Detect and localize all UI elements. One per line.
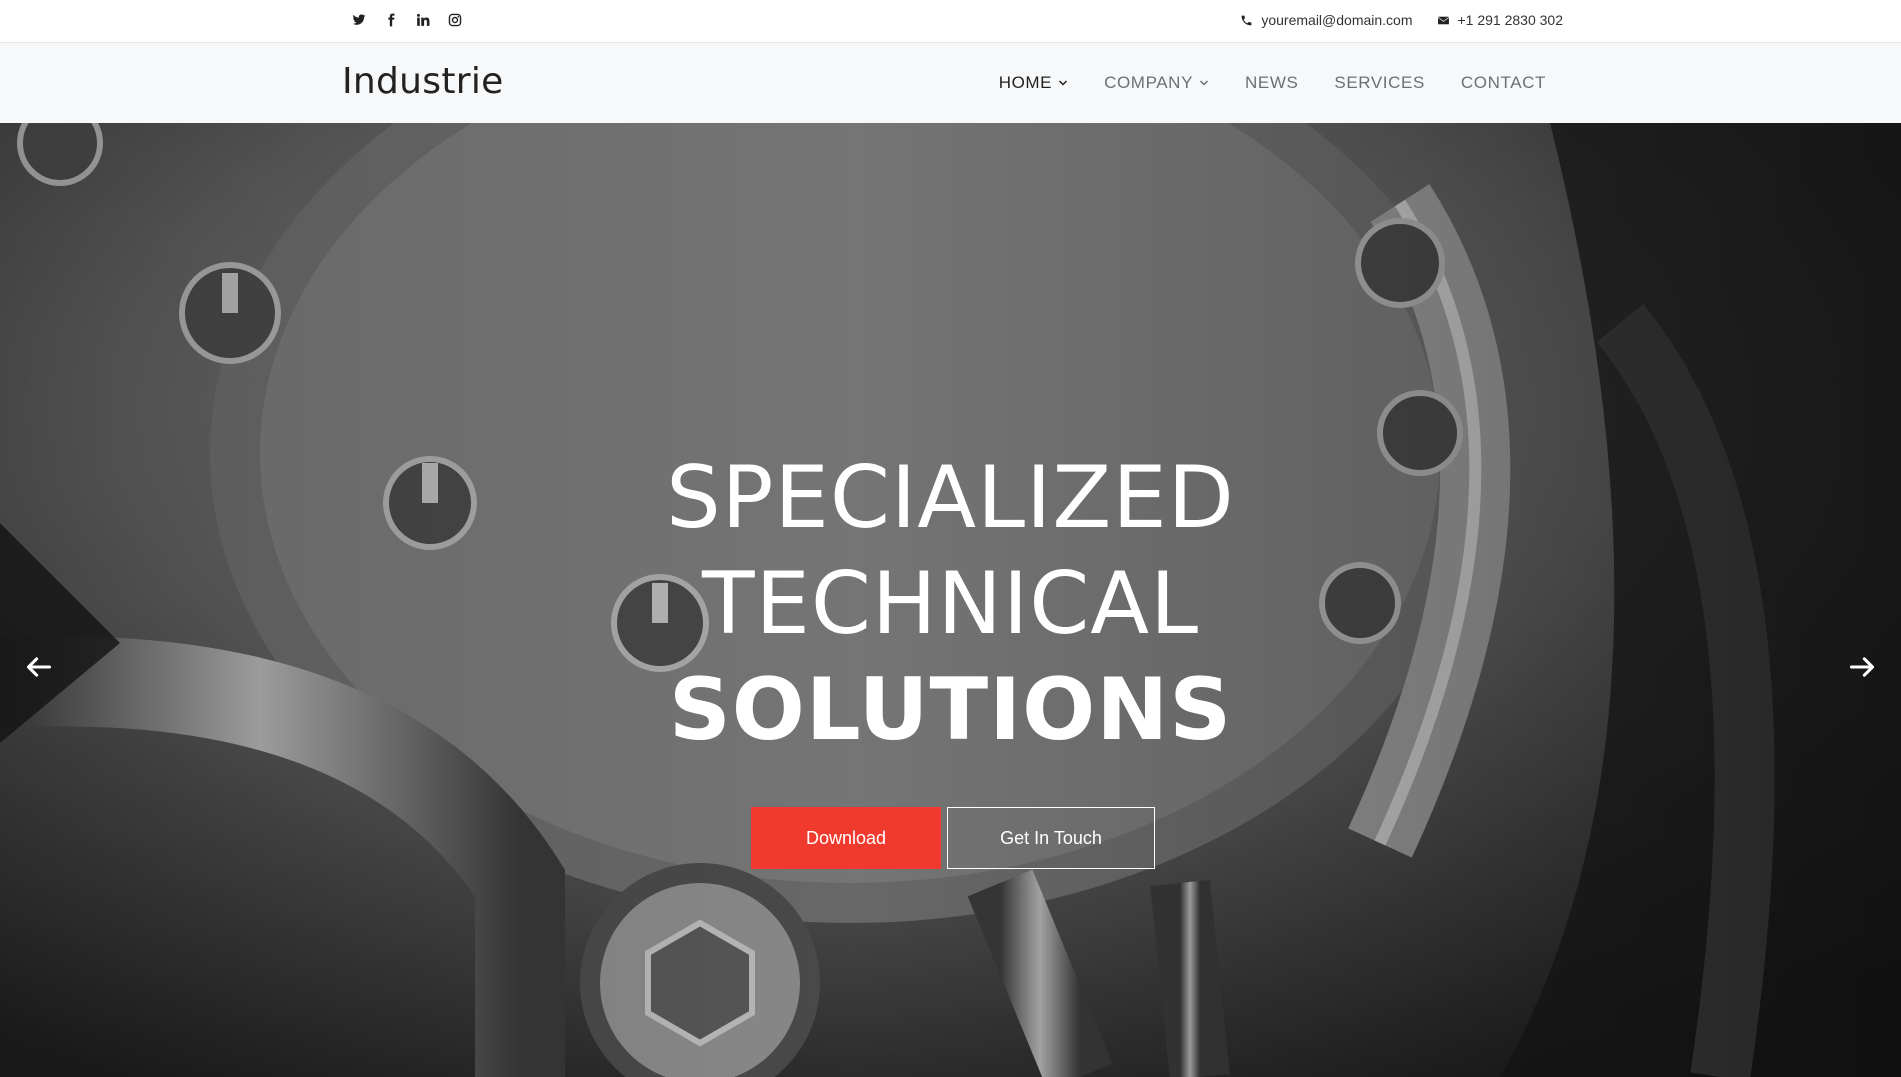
phone-icon bbox=[1241, 15, 1252, 25]
nav-item-label: SERVICES bbox=[1334, 73, 1425, 92]
nav-item-label: NEWS bbox=[1245, 73, 1299, 92]
nav-item-label: CONTACT bbox=[1460, 73, 1546, 92]
hero-slider: SPECIALIZED TECHNICAL SOLUTIONS Download… bbox=[0, 123, 1901, 1077]
nav-item-contact[interactable]: CONTACT bbox=[1461, 73, 1546, 93]
social-links bbox=[350, 11, 464, 29]
envelope-icon bbox=[1437, 16, 1449, 24]
top-bar: youremail@domain.com +1 291 2830 302 bbox=[0, 0, 1901, 43]
nav-item-services[interactable]: SERVICES bbox=[1334, 73, 1424, 93]
nav-item-home[interactable]: HOME bbox=[999, 73, 1068, 93]
hero-cta-group: Download Get In Touch bbox=[751, 807, 1155, 869]
arrow-left-icon[interactable] bbox=[25, 653, 53, 681]
phone-contact[interactable]: +1 291 2830 302 bbox=[1437, 12, 1564, 28]
arrow-right-icon[interactable] bbox=[1848, 653, 1876, 681]
email-contact[interactable]: youremail@domain.com bbox=[1240, 12, 1413, 28]
instagram-icon[interactable] bbox=[446, 11, 464, 29]
email-text: youremail@domain.com bbox=[1261, 12, 1413, 28]
hero-headline: SPECIALIZED TECHNICAL SOLUTIONS bbox=[0, 445, 1901, 763]
facebook-icon[interactable] bbox=[382, 11, 400, 29]
phone-text: +1 291 2830 302 bbox=[1457, 12, 1564, 28]
chevron-down-icon bbox=[1199, 80, 1209, 86]
nav-item-label: HOME bbox=[998, 73, 1053, 92]
nav-item-news[interactable]: NEWS bbox=[1245, 73, 1298, 93]
main-navbar: Industrie HOME COMPANY NEWS SERVICES CON… bbox=[0, 43, 1901, 124]
headline-line-3: SOLUTIONS bbox=[668, 660, 1233, 760]
headline-line-2: TECHNICAL bbox=[701, 554, 1200, 654]
chevron-down-icon bbox=[1059, 80, 1068, 86]
site-logo[interactable]: Industrie bbox=[342, 61, 504, 102]
nav-item-label: COMPANY bbox=[1104, 73, 1194, 92]
linkedin-icon[interactable] bbox=[414, 11, 432, 29]
twitter-icon[interactable] bbox=[350, 11, 368, 29]
headline-line-1: SPECIALIZED bbox=[666, 448, 1235, 548]
download-button[interactable]: Download bbox=[751, 807, 941, 869]
contact-info: youremail@domain.com +1 291 2830 302 bbox=[1240, 12, 1563, 28]
nav-item-company[interactable]: COMPANY bbox=[1104, 73, 1209, 93]
get-in-touch-button[interactable]: Get In Touch bbox=[947, 807, 1155, 869]
main-nav: HOME COMPANY NEWS SERVICES CONTACT bbox=[999, 43, 1546, 123]
